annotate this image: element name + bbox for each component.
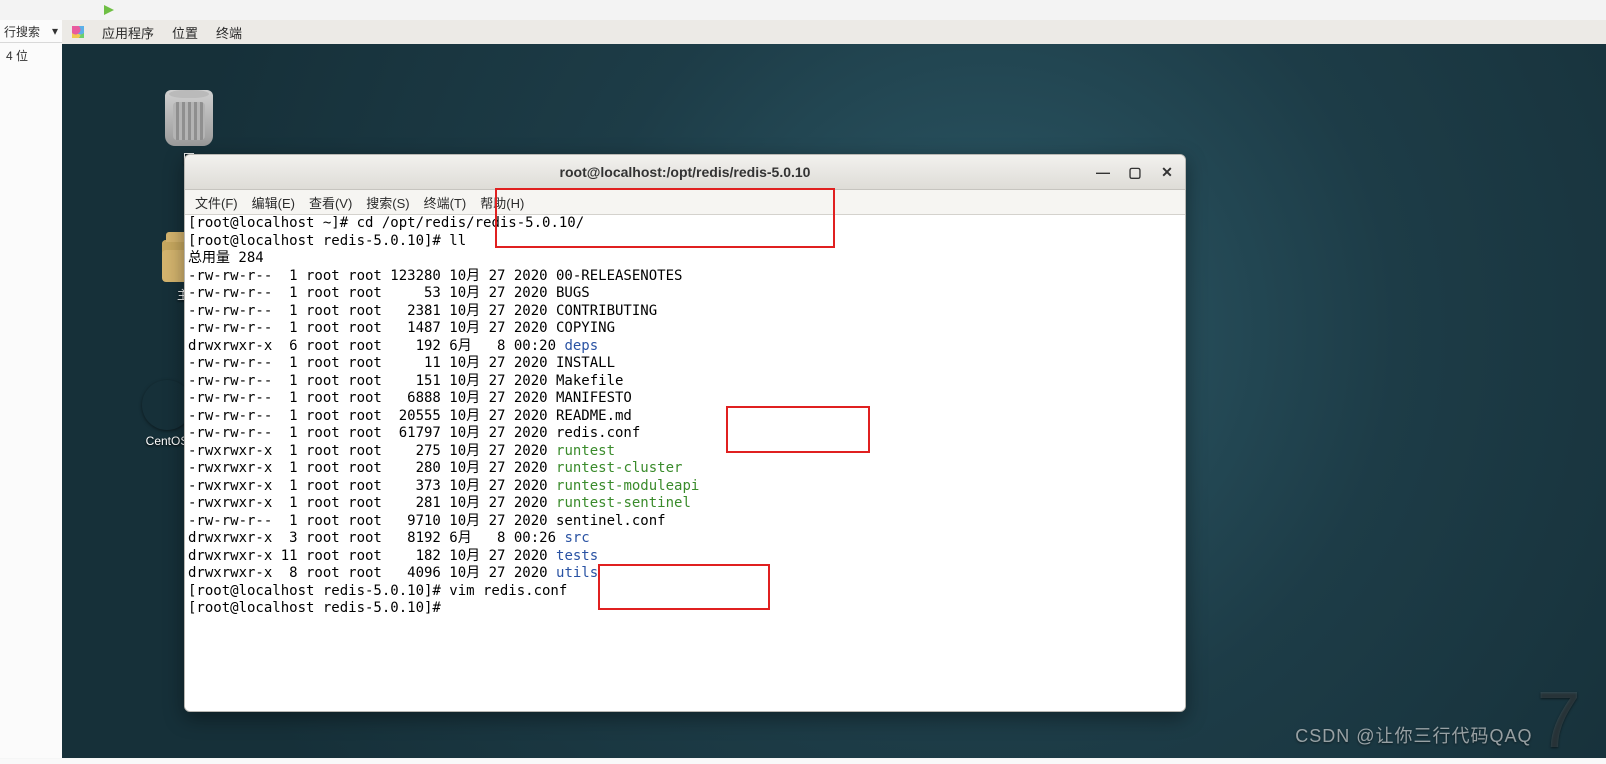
- output-line: -rw-rw-r-- 1 root root 53 10月 27 2020 BU…: [188, 285, 590, 301]
- output-line: drwxrwxr-x 8 root root 4096 10月 27 2020 …: [188, 565, 598, 581]
- exec-runtest-sentinel: runtest-sentinel: [556, 495, 691, 511]
- menu-edit[interactable]: 编辑(E): [252, 193, 295, 212]
- menu-file[interactable]: 文件(F): [195, 193, 238, 212]
- prompt-line: [root@localhost ~]# cd /opt/redis/redis-…: [188, 215, 584, 231]
- prompt-line: [root@localhost redis-5.0.10]# ll: [188, 233, 466, 249]
- host-left-pane: 行搜索 ▾ 4 位: [0, 20, 63, 758]
- dir-deps: deps: [564, 338, 598, 354]
- output-line: 总用量 284: [188, 250, 264, 266]
- output-line: drwxrwxr-x 6 root root 192 6月 8 00:20 de…: [188, 338, 598, 354]
- host-search-label: 行搜索: [4, 23, 40, 40]
- menu-search[interactable]: 搜索(S): [366, 193, 409, 212]
- menu-terminal[interactable]: 终端(T): [424, 193, 467, 212]
- terminal-output[interactable]: [root@localhost ~]# cd /opt/redis/redis-…: [185, 215, 1185, 711]
- menu-terminal[interactable]: 终端: [216, 23, 242, 42]
- close-button[interactable]: ✕: [1155, 160, 1179, 184]
- maximize-button[interactable]: ▢: [1123, 160, 1147, 184]
- run-icon[interactable]: [104, 5, 114, 15]
- output-line: -rw-rw-r-- 1 root root 2381 10月 27 2020 …: [188, 303, 657, 319]
- menu-applications[interactable]: 应用程序: [102, 23, 154, 42]
- trash-icon: [165, 90, 213, 146]
- output-line: -rw-rw-r-- 1 root root 9710 10月 27 2020 …: [188, 513, 666, 529]
- host-toolbar: [0, 0, 1606, 21]
- output-line: -rw-rw-r-- 1 root root 20555 10月 27 2020…: [188, 408, 632, 424]
- output-line: -rwxrwxr-x 1 root root 280 10月 27 2020 r…: [188, 460, 682, 476]
- dir-src: src: [564, 530, 589, 546]
- exec-runtest-moduleapi: runtest-moduleapi: [556, 478, 699, 494]
- output-line: -rw-rw-r-- 1 root root 6888 10月 27 2020 …: [188, 390, 632, 406]
- menu-help[interactable]: 帮助(H): [480, 193, 524, 212]
- terminal-window[interactable]: root@localhost:/opt/redis/redis-5.0.10 —…: [184, 154, 1186, 712]
- host-left-item: 4 位: [0, 43, 62, 68]
- watermark: CSDN @让你三行代码QAQ7: [1295, 692, 1582, 748]
- output-line: -rw-rw-r-- 1 root root 123280 10月 27 202…: [188, 268, 682, 284]
- minimize-button[interactable]: —: [1091, 160, 1115, 184]
- output-line: drwxrwxr-x 3 root root 8192 6月 8 00:26 s…: [188, 530, 590, 546]
- output-line: -rwxrwxr-x 1 root root 373 10月 27 2020 r…: [188, 478, 699, 494]
- exec-runtest-cluster: runtest-cluster: [556, 460, 682, 476]
- prompt-line: [root@localhost redis-5.0.10]# vim redis…: [188, 583, 567, 599]
- output-line: -rwxrwxr-x 1 root root 281 10月 27 2020 r…: [188, 495, 691, 511]
- host-search-row[interactable]: 行搜索 ▾: [0, 20, 62, 43]
- output-line: -rw-rw-r-- 1 root root 11 10月 27 2020 IN…: [188, 355, 615, 371]
- window-title: root@localhost:/opt/redis/redis-5.0.10: [560, 164, 811, 180]
- activities-icon[interactable]: [72, 26, 84, 38]
- exec-runtest: runtest: [556, 443, 615, 459]
- output-line: drwxrwxr-x 11 root root 182 10月 27 2020 …: [188, 548, 598, 564]
- dir-tests: tests: [556, 548, 598, 564]
- window-titlebar[interactable]: root@localhost:/opt/redis/redis-5.0.10 —…: [185, 155, 1185, 190]
- chevron-down-icon[interactable]: ▾: [52, 24, 58, 38]
- gnome-top-bar[interactable]: 应用程序 位置 终端: [62, 20, 1606, 45]
- output-line: -rw-rw-r-- 1 root root 1487 10月 27 2020 …: [188, 320, 615, 336]
- output-line: -rwxrwxr-x 1 root root 275 10月 27 2020 r…: [188, 443, 615, 459]
- output-line: -rw-rw-r-- 1 root root 61797 10月 27 2020…: [188, 425, 640, 441]
- dir-utils: utils: [556, 565, 598, 581]
- desktop-cd-label: CentOS: [146, 434, 189, 448]
- annotation-box-redis-conf: [726, 406, 870, 453]
- terminal-menubar[interactable]: 文件(F) 编辑(E) 查看(V) 搜索(S) 终端(T) 帮助(H): [185, 190, 1185, 215]
- vm-desktop[interactable]: 回 主文 CentOS root@localhost:/opt/redis/re…: [62, 44, 1606, 758]
- output-line: -rw-rw-r-- 1 root root 151 10月 27 2020 M…: [188, 373, 623, 389]
- watermark-seven-icon: 7: [1537, 692, 1583, 748]
- menu-places[interactable]: 位置: [172, 23, 198, 42]
- prompt-line: [root@localhost redis-5.0.10]#: [188, 600, 449, 616]
- menu-view[interactable]: 查看(V): [309, 193, 352, 212]
- annotation-box-vim-command: [598, 564, 770, 610]
